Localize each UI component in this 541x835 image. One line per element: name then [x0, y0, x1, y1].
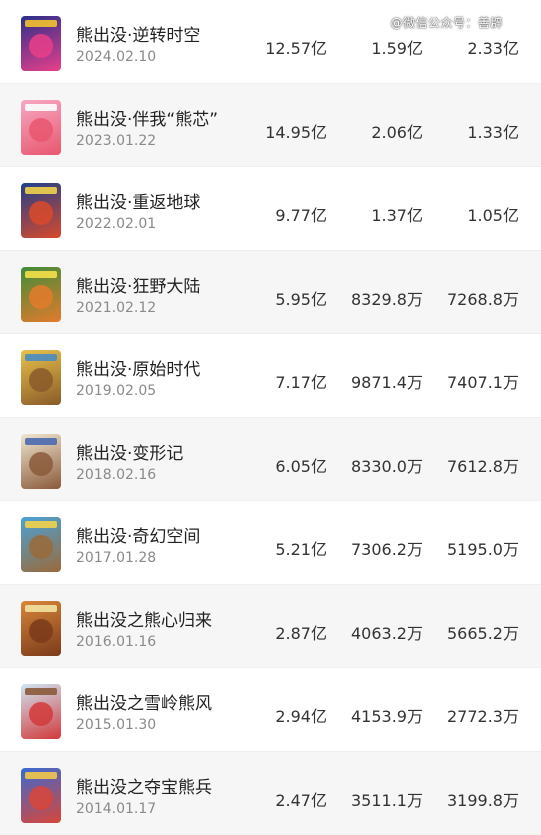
release-date: 2019.02.05: [76, 383, 157, 399]
box-office-value-2: 7306.2万: [351, 540, 423, 559]
box-office-value-2: 8329.8万: [351, 289, 423, 309]
movie-title: 熊出没之雪岭熊风: [76, 694, 212, 714]
poster-figure: [29, 535, 53, 559]
poster-figure: [29, 34, 53, 58]
poster-logo: [25, 437, 57, 445]
box-office-total: 7.17亿: [275, 373, 327, 392]
box-office-value-3: 5665.2万: [447, 623, 519, 643]
list-item[interactable]: 熊出没·逆转时空 2024.02.10 12.57亿 1.59亿 2.33亿: [0, 0, 541, 84]
poster-figure: [29, 201, 53, 225]
poster-logo: [25, 688, 57, 695]
list-item[interactable]: 熊出没·原始时代 2019.02.05 7.17亿 9871.4万 7407.1万: [0, 334, 541, 418]
box-office-total: 5.21亿: [275, 540, 327, 559]
release-date: 2022.02.01: [76, 216, 157, 232]
box-office-value-2: 4153.9万: [351, 707, 423, 726]
movie-list: 熊出没·逆转时空 2024.02.10 12.57亿 1.59亿 2.33亿熊出没·伴我…: [0, 0, 541, 835]
poster-thumbnail[interactable]: [21, 517, 61, 572]
box-office-value-2: 9871.4万: [351, 373, 423, 392]
poster-logo: [25, 187, 57, 194]
box-office-value-3: 7268.8万: [447, 289, 519, 309]
box-office-total: 2.47亿: [275, 790, 327, 810]
poster-logo: [25, 270, 57, 278]
poster-thumbnail[interactable]: [21, 16, 61, 71]
box-office-value-3: 1.05亿: [467, 206, 519, 225]
release-date: 2021.02.12: [76, 299, 157, 316]
release-date: 2017.01.28: [76, 550, 157, 566]
poster-figure: [29, 618, 53, 643]
box-office-value-2: 1.37亿: [371, 206, 423, 225]
movie-title: 熊出没·狂野大陆: [76, 276, 201, 297]
list-item[interactable]: 熊出没·奇幻空间 2017.01.28 5.21亿 7306.2万 5195.0万: [0, 501, 541, 585]
box-office-value-3: 2772.3万: [447, 707, 519, 726]
box-office-value-2: 1.59亿: [371, 39, 423, 58]
release-date: 2016.01.16: [76, 633, 157, 650]
poster-thumbnail[interactable]: [21, 767, 61, 823]
movie-title: 熊出没·原始时代: [76, 360, 201, 380]
box-office-total: 9.77亿: [275, 206, 327, 225]
poster-figure: [29, 702, 53, 726]
poster-thumbnail[interactable]: [21, 600, 61, 656]
poster-logo: [25, 604, 57, 612]
movie-title: 熊出没之熊心归来: [76, 610, 212, 631]
movie-title: 熊出没·逆转时空: [76, 26, 201, 46]
box-office-value-3: 2.33亿: [467, 39, 519, 58]
poster-figure: [29, 117, 53, 142]
box-office-value-3: 1.33亿: [467, 122, 519, 142]
box-office-value-2: 8330.0万: [351, 456, 423, 476]
movie-title: 熊出没·奇幻空间: [76, 527, 201, 547]
list-item[interactable]: 熊出没·变形记 2018.02.16 6.05亿 8330.0万 7612.8万: [0, 417, 541, 501]
movie-title: 熊出没·重返地球: [76, 193, 201, 213]
list-item[interactable]: 熊出没·重返地球 2022.02.01 9.77亿 1.37亿 1.05亿: [0, 167, 541, 251]
poster-figure: [29, 284, 53, 309]
box-office-total: 2.87亿: [275, 623, 327, 643]
release-date: 2015.01.30: [76, 717, 157, 733]
poster-figure: [29, 785, 53, 810]
movie-title: 熊出没之夺宝熊兵: [76, 777, 212, 798]
box-office-value-3: 7612.8万: [447, 456, 519, 476]
list-item[interactable]: 熊出没之夺宝熊兵 2014.01.17 2.47亿 3511.1万 3199.8万: [0, 751, 541, 835]
box-office-total: 5.95亿: [275, 289, 327, 309]
poster-thumbnail[interactable]: [21, 350, 61, 405]
list-item[interactable]: 熊出没·狂野大陆 2021.02.12 5.95亿 8329.8万 7268.8万: [0, 250, 541, 334]
poster-figure: [29, 368, 53, 392]
list-item[interactable]: 熊出没之熊心归来 2016.01.16 2.87亿 4063.2万 5665.2万: [0, 584, 541, 668]
box-office-total: 2.94亿: [275, 707, 327, 726]
release-date: 2018.02.16: [76, 466, 157, 483]
box-office-total: 14.95亿: [265, 122, 327, 142]
list-item[interactable]: 熊出没之雪岭熊风 2015.01.30 2.94亿 4153.9万 2772.3万: [0, 668, 541, 752]
release-date: 2024.02.10: [76, 49, 157, 65]
box-office-value-2: 2.06亿: [371, 122, 423, 142]
box-office-total: 6.05亿: [275, 456, 327, 476]
box-office-value-3: 3199.8万: [447, 790, 519, 810]
box-office-value-2: 3511.1万: [351, 790, 423, 810]
box-office-value-3: 5195.0万: [447, 540, 519, 559]
poster-thumbnail[interactable]: [21, 266, 61, 322]
poster-thumbnail[interactable]: [21, 99, 61, 155]
list-item[interactable]: 熊出没·伴我“熊芯” 2023.01.22 14.95亿 2.06亿 1.33亿: [0, 83, 541, 167]
poster-logo: [25, 103, 57, 111]
poster-thumbnail[interactable]: [21, 183, 61, 238]
box-office-total: 12.57亿: [265, 39, 327, 58]
box-office-value-2: 4063.2万: [351, 623, 423, 643]
poster-logo: [25, 771, 57, 779]
movie-title: 熊出没·伴我“熊芯”: [76, 109, 219, 130]
watermark-text: @微信公众号：善辟: [390, 16, 503, 30]
poster-figure: [29, 451, 53, 476]
movie-title: 熊出没·变形记: [76, 443, 184, 464]
poster-logo: [25, 354, 57, 361]
poster-logo: [25, 20, 57, 27]
release-date: 2014.01.17: [76, 800, 157, 817]
box-office-value-3: 7407.1万: [447, 373, 519, 392]
release-date: 2023.01.22: [76, 132, 157, 149]
poster-logo: [25, 521, 57, 528]
poster-thumbnail[interactable]: [21, 433, 61, 489]
poster-thumbnail[interactable]: [21, 684, 61, 739]
